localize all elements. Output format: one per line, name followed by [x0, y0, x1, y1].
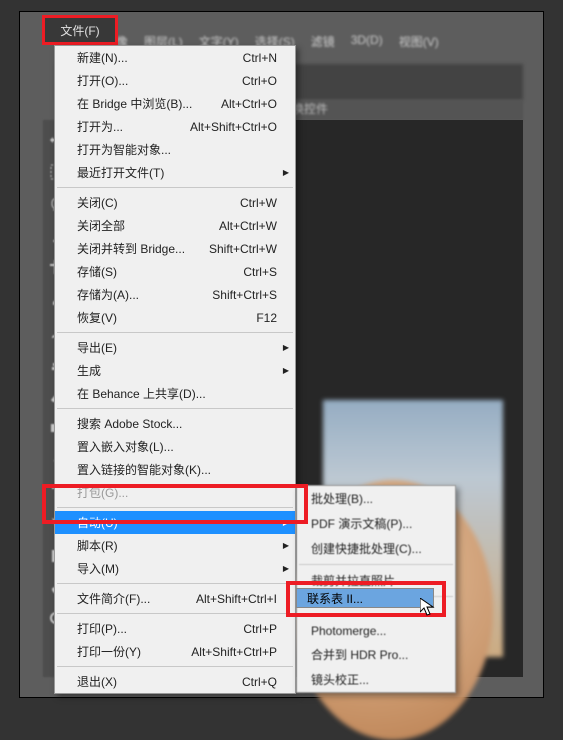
file-g1-2[interactable]: 在 Bridge 中浏览(B)...Alt+Ctrl+O [55, 92, 295, 115]
auto-s1-1[interactable]: PDF 演示文稿(P)... [297, 511, 455, 536]
file-g3-1[interactable]: 生成 [55, 359, 295, 382]
file-g2-4[interactable]: 存储为(A)...Shift+Ctrl+S [55, 283, 295, 306]
auto-s3-1[interactable]: 合并到 HDR Pro... [297, 642, 455, 667]
menu-item-automate[interactable]: 自动(U) [55, 511, 295, 534]
file-g2-1[interactable]: 关闭全部Alt+Ctrl+W [55, 214, 295, 237]
auto-s1-2[interactable]: 创建快捷批处理(C)... [297, 536, 455, 561]
file-g3-2[interactable]: 在 Behance 上共享(D)... [55, 382, 295, 405]
menu-view[interactable]: 视图(V) [391, 30, 447, 52]
auto-s1-0[interactable]: 批处理(B)... [297, 486, 455, 511]
file-g7-0[interactable]: 打印(P)...Ctrl+P [55, 617, 295, 640]
file-g2-5[interactable]: 恢复(V)F12 [55, 306, 295, 329]
file-g2-2[interactable]: 关闭并转到 Bridge...Shift+Ctrl+W [55, 237, 295, 260]
file-g4-1[interactable]: 置入嵌入对象(L)... [55, 435, 295, 458]
file-menu-button[interactable]: 文件(F) [42, 15, 118, 45]
cursor-icon [420, 598, 436, 618]
file-g1-1[interactable]: 打开(O)...Ctrl+O [55, 69, 295, 92]
auto-s3-2[interactable]: 镜头校正... [297, 667, 455, 692]
menu-item-contact-sheet[interactable]: 联系表 II... [296, 588, 434, 608]
file-g2-0[interactable]: 关闭(C)Ctrl+W [55, 191, 295, 214]
file-g4-2[interactable]: 置入链接的智能对象(K)... [55, 458, 295, 481]
file-g1-5[interactable]: 最近打开文件(T) [55, 161, 295, 184]
file-g7-1[interactable]: 打印一份(Y)Alt+Shift+Ctrl+P [55, 640, 295, 663]
file-g5-1[interactable]: 导入(M) [55, 557, 295, 580]
menu-3d[interactable]: 3D(D) [343, 30, 391, 52]
file-g4-0[interactable]: 搜索 Adobe Stock... [55, 412, 295, 435]
file-g8-0[interactable]: 退出(X)Ctrl+Q [55, 670, 295, 693]
file-g4-3[interactable]: 打包(G)... [55, 481, 295, 504]
file-g1-0[interactable]: 新建(N)...Ctrl+N [55, 46, 295, 69]
file-g6-0[interactable]: 文件简介(F)...Alt+Shift+Ctrl+I [55, 587, 295, 610]
file-g3-0[interactable]: 导出(E) [55, 336, 295, 359]
file-menu-dropdown: 新建(N)...Ctrl+N打开(O)...Ctrl+O在 Bridge 中浏览… [54, 45, 296, 694]
file-g5-0[interactable]: 脚本(R) [55, 534, 295, 557]
auto-s3-0[interactable]: Photomerge... [297, 620, 455, 642]
file-g1-4[interactable]: 打开为智能对象... [55, 138, 295, 161]
file-g2-3[interactable]: 存储(S)Ctrl+S [55, 260, 295, 283]
file-g1-3[interactable]: 打开为...Alt+Shift+Ctrl+O [55, 115, 295, 138]
menu-filter[interactable]: 滤镜 [303, 30, 343, 52]
